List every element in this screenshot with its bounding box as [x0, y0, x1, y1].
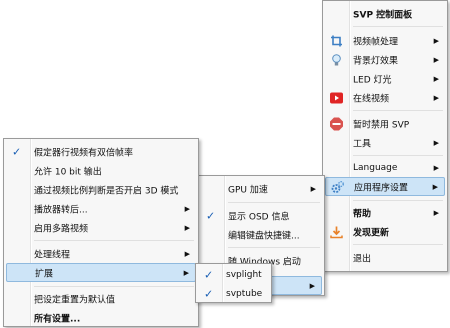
menu-item-label: 播放器转后...: [34, 205, 88, 215]
separator: [353, 244, 443, 245]
submenu-arrow-icon: ▶: [433, 163, 439, 172]
separator: [228, 202, 320, 203]
menu-item-label: 显示 OSD 信息: [228, 212, 290, 222]
menu-item-label: 在线视频: [353, 94, 390, 104]
checkmark-icon: ✓: [204, 268, 214, 281]
submenu-arrow-icon: ▶: [433, 36, 439, 45]
submenu-arrow-icon: ▶: [183, 268, 189, 277]
menu-item-label: 扩展: [35, 269, 54, 279]
menu-item-label: 处理线程: [34, 250, 71, 260]
menu-item-app-settings[interactable]: 应用程序设置 ▶: [325, 177, 445, 196]
separator: [34, 240, 194, 241]
submenu-arrow-icon: ▶: [184, 249, 190, 258]
lightbulb-icon: [330, 53, 343, 66]
submenu-arrow-icon: ▶: [433, 208, 439, 217]
settings-menu: ✓ 假定器行视频有双倍帧率 允许 10 bit 输出 通过视频比例判断是否开启 …: [3, 138, 199, 327]
menu-item-ambilight[interactable]: 背景灯效果 ▶: [323, 50, 447, 69]
menu-item-all-settings[interactable]: 所有设置...: [4, 308, 198, 327]
menu-item-extensions[interactable]: 扩展 ▶: [6, 263, 196, 282]
menu-item-led[interactable]: LED 灯光 ▶: [323, 69, 447, 88]
menu-item-reset-defaults[interactable]: 把设定重置为默认值: [4, 289, 198, 308]
menu-item-10bit-output[interactable]: 允许 10 bit 输出: [4, 161, 198, 180]
menu-item-label: 把设定重置为默认值: [34, 295, 116, 305]
stop-sign-icon: [330, 117, 343, 130]
menu-item-label: 通过视频比例判断是否开启 3D 模式: [34, 186, 179, 196]
menu-item-label: 应用程序设置: [354, 183, 409, 193]
separator: [353, 110, 443, 111]
menu-item-help[interactable]: 帮助 ▶: [323, 203, 447, 222]
menu-item-language[interactable]: Language ▶: [323, 158, 447, 177]
menu-item-label: 帮助: [353, 209, 372, 219]
menu-item-disable-svp[interactable]: 暂时禁用 SVP: [323, 114, 447, 133]
submenu-arrow-icon: ▶: [309, 281, 315, 290]
menu-item-label: GPU 加速: [228, 185, 268, 195]
submenu-arrow-icon: ▶: [310, 184, 316, 193]
menu-item-label: 工具: [353, 139, 372, 149]
menu-item-edit-hotkeys[interactable]: 编辑键盘快捷键...: [198, 225, 324, 244]
checkmark-icon: ✓: [12, 145, 22, 158]
menu-item-exit[interactable]: 退出: [323, 248, 447, 267]
menu-item-label: Language: [353, 162, 398, 173]
menu-item-label: 退出: [353, 254, 372, 264]
submenu-arrow-icon: ▶: [433, 138, 439, 147]
menu-item-svplight[interactable]: ✓ svplight: [196, 265, 271, 284]
menu-item-svptube[interactable]: ✓ svptube: [196, 284, 271, 303]
menu-item-label: LED 灯光: [353, 75, 392, 85]
menu-item-label: 启用多路视频: [34, 224, 89, 234]
main-menu-title-label: SVP 控制面板: [353, 10, 413, 20]
menu-item-after-player[interactable]: 播放器转后... ▶: [4, 199, 198, 218]
youtube-play-icon: [330, 91, 343, 104]
separator: [228, 247, 320, 248]
separator: [353, 155, 443, 156]
separator: [34, 286, 194, 287]
submenu-arrow-icon: ▶: [433, 93, 439, 102]
separator: [353, 200, 443, 201]
download-icon: [330, 225, 343, 238]
menu-item-show-osd[interactable]: ✓ 显示 OSD 信息: [198, 206, 324, 225]
separator: [353, 26, 443, 27]
submenu-arrow-icon: ▶: [432, 182, 438, 191]
menu-item-3d-detect[interactable]: 通过视频比例判断是否开启 3D 模式: [4, 180, 198, 199]
gears-icon: [331, 180, 344, 193]
menu-item-double-framerate[interactable]: ✓ 假定器行视频有双倍帧率: [4, 142, 198, 161]
menu-item-label: 编辑键盘快捷键...: [228, 231, 300, 241]
menu-item-label: 暂时禁用 SVP: [353, 120, 410, 130]
menu-item-check-updates[interactable]: 发现更新: [323, 222, 447, 241]
main-menu-title: SVP 控制面板: [323, 4, 447, 23]
menu-item-threads[interactable]: 处理线程 ▶: [4, 244, 198, 263]
menu-item-label: svptube: [226, 288, 263, 299]
svp-main-menu: SVP 控制面板 视频帧处理 ▶ 背景灯效果 ▶ LED 灯光 ▶ 在线视频 ▶…: [322, 0, 448, 272]
checkmark-icon: ✓: [206, 209, 216, 222]
extensions-submenu: ✓ svplight ✓ svptube: [195, 263, 272, 303]
menu-item-label: 发现更新: [353, 228, 390, 238]
checkmark-icon: ✓: [204, 287, 214, 300]
submenu-arrow-icon: ▶: [184, 223, 190, 232]
menu-item-label: 所有设置...: [34, 314, 81, 324]
menu-item-label: 视频帧处理: [353, 37, 399, 47]
menu-item-label: 背景灯效果: [353, 56, 399, 66]
menu-item-tools[interactable]: 工具 ▶: [323, 133, 447, 152]
menu-item-label: svplight: [226, 269, 262, 280]
menu-item-multi-video[interactable]: 启用多路视频 ▶: [4, 218, 198, 237]
menu-item-gpu-accel[interactable]: GPU 加速 ▶: [198, 179, 324, 198]
menu-item-label: 允许 10 bit 输出: [34, 167, 102, 177]
menu-item-online-video[interactable]: 在线视频 ▶: [323, 88, 447, 107]
crop-icon: [330, 34, 343, 47]
submenu-arrow-icon: ▶: [433, 55, 439, 64]
submenu-arrow-icon: ▶: [433, 74, 439, 83]
menu-item-label: 假定器行视频有双倍帧率: [34, 148, 134, 158]
menu-item-video-frame[interactable]: 视频帧处理 ▶: [323, 31, 447, 50]
submenu-arrow-icon: ▶: [184, 204, 190, 213]
